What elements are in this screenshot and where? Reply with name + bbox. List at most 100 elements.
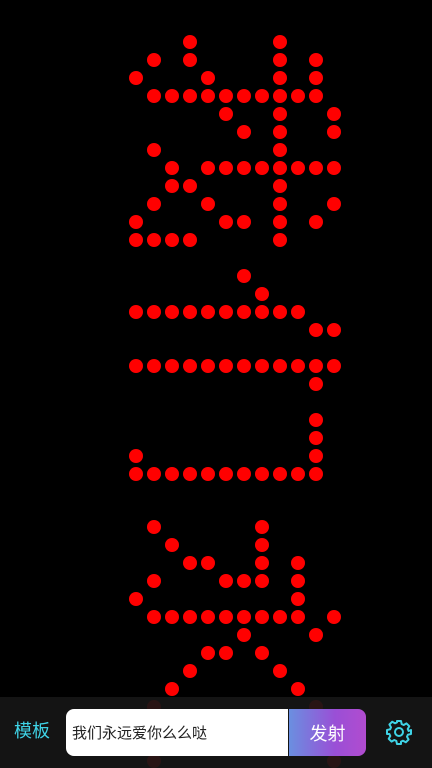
led-dot [147,574,161,588]
led-dot [165,89,179,103]
led-dot [309,53,323,67]
led-dot [255,646,269,660]
led-dot [147,305,161,319]
led-dot [255,610,269,624]
led-dot [183,556,197,570]
led-dot [201,359,215,373]
led-dot [255,520,269,534]
led-dot [165,305,179,319]
led-dot [273,89,287,103]
led-dot [327,197,341,211]
led-dot [129,592,143,606]
led-dot [183,53,197,67]
send-button[interactable]: 发射 [289,709,366,756]
led-dot [147,359,161,373]
led-dot [273,197,287,211]
led-dot [255,538,269,552]
led-dot [147,89,161,103]
led-dot [309,323,323,337]
led-dot [219,107,233,121]
led-dot [291,467,305,481]
led-dot [165,467,179,481]
led-dot [219,215,233,229]
led-dot [201,556,215,570]
led-dot [273,179,287,193]
led-dot [201,197,215,211]
led-dot [273,71,287,85]
led-dot [327,125,341,139]
led-dot [309,377,323,391]
led-dot [147,143,161,157]
led-dot [219,646,233,660]
led-dot [201,71,215,85]
led-dot [237,125,251,139]
led-dot [255,359,269,373]
settings-button[interactable] [386,719,412,745]
led-dot [237,359,251,373]
led-dot [255,305,269,319]
led-dot [183,467,197,481]
led-dot [237,610,251,624]
led-dot [309,71,323,85]
led-dot [291,161,305,175]
led-dot [219,467,233,481]
led-dot [129,71,143,85]
led-dot [273,35,287,49]
led-dot [273,215,287,229]
led-dot [309,359,323,373]
led-dot [219,89,233,103]
led-dot [201,467,215,481]
led-dot [327,107,341,121]
led-dot [237,574,251,588]
led-dot [309,215,323,229]
led-dot [129,305,143,319]
template-button[interactable]: 模板 [14,720,50,744]
led-dot [273,305,287,319]
led-dot [273,53,287,67]
led-dot [129,467,143,481]
led-dot [129,359,143,373]
led-dot [219,610,233,624]
led-dot [291,682,305,696]
led-dot [309,431,323,445]
led-dot [165,233,179,247]
gear-icon [386,720,412,745]
led-dot [291,89,305,103]
led-dot [327,161,341,175]
led-dot [219,161,233,175]
led-dot [327,359,341,373]
led-dot [327,610,341,624]
led-dot [165,161,179,175]
led-dot [237,161,251,175]
led-dot [291,305,305,319]
led-dot [273,359,287,373]
led-dot [291,592,305,606]
led-dot [219,574,233,588]
led-dot [273,233,287,247]
led-dot [255,89,269,103]
message-input[interactable] [66,709,288,756]
led-dot [165,538,179,552]
led-dot [309,467,323,481]
led-dot [183,233,197,247]
led-dot [183,305,197,319]
led-dot [201,610,215,624]
led-dot [291,610,305,624]
led-dot [147,467,161,481]
led-dot [309,628,323,642]
led-dot [147,233,161,247]
led-dot [201,161,215,175]
led-dot [291,556,305,570]
led-dot [219,359,233,373]
led-dot [147,53,161,67]
led-dot [165,359,179,373]
led-dot [237,467,251,481]
led-dot [237,89,251,103]
led-dot [183,35,197,49]
led-dot [147,197,161,211]
led-dot [129,215,143,229]
led-marquee-display [0,0,432,768]
led-dot [183,664,197,678]
led-dot [219,305,233,319]
led-dot [327,323,341,337]
